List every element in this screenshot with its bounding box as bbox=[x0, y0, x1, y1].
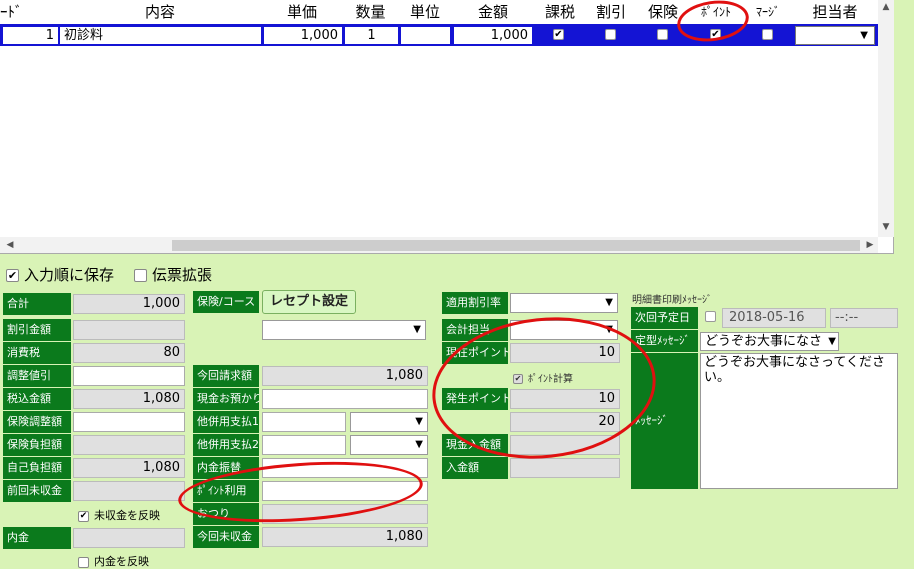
next-time-value[interactable]: --:-- bbox=[830, 308, 898, 328]
total-label: 合計 bbox=[3, 293, 71, 315]
row-unit-price[interactable]: 1,000 bbox=[263, 26, 343, 45]
row-unit[interactable] bbox=[400, 26, 451, 45]
current-bill-label: 今回請求額 bbox=[193, 365, 259, 387]
course-select[interactable]: ▼ bbox=[262, 320, 426, 340]
reflect-unpaid-option[interactable]: ✔ 未収金を反映 bbox=[78, 507, 160, 523]
deposit-label: 内金 bbox=[3, 527, 71, 549]
in-amount-value bbox=[510, 458, 620, 478]
adjust-discount-input[interactable] bbox=[73, 366, 185, 386]
reflect-unpaid-checkbox[interactable]: ✔ bbox=[78, 510, 89, 522]
template-message-value: どうぞお大事になさ bbox=[705, 334, 823, 349]
header-taxable[interactable]: 課税 bbox=[535, 0, 585, 24]
discount-amount-label: 割引金額 bbox=[3, 319, 71, 341]
other-payment-2-input[interactable] bbox=[262, 435, 346, 455]
self-burden-label: 自己負担額 bbox=[3, 457, 71, 479]
header-marge[interactable]: ﾏｰｼﾞ bbox=[743, 0, 793, 24]
other-payment-1-label: 他併用支払1 bbox=[193, 411, 259, 433]
horizontal-scroll-thumb[interactable] bbox=[172, 240, 860, 251]
current-bill-value: 1,080 bbox=[262, 366, 428, 386]
previous-unpaid-label: 前回未収金 bbox=[3, 480, 71, 502]
discount-amount-value bbox=[73, 320, 185, 340]
tax-included-label: 税込金額 bbox=[3, 388, 71, 410]
cash-received-label: 現金お預かり bbox=[193, 388, 259, 410]
row-code[interactable]: 1 bbox=[2, 26, 59, 45]
receipt-settings-button[interactable]: レセプト設定 bbox=[262, 290, 356, 314]
discount-rate-select[interactable]: ▼ bbox=[510, 293, 618, 313]
other-payment-1-input[interactable] bbox=[262, 412, 346, 432]
input-order-save-checkbox[interactable]: ✔ bbox=[6, 269, 19, 282]
grid-vertical-scrollbar[interactable] bbox=[878, 0, 894, 237]
header-content[interactable]: 内容 bbox=[60, 0, 260, 24]
scroll-left-arrow-icon[interactable]: ◀ bbox=[4, 240, 16, 250]
discount-rate-label: 適用割引率 bbox=[442, 292, 508, 314]
scroll-down-arrow-icon[interactable]: ▼ bbox=[880, 222, 892, 232]
deposit-value bbox=[73, 528, 185, 548]
header-unit[interactable]: 単位 bbox=[399, 0, 451, 24]
previous-unpaid-value bbox=[73, 481, 185, 501]
slip-expand-label: 伝票拡張 bbox=[152, 266, 213, 284]
other-payment-2-select[interactable]: ▼ bbox=[350, 435, 428, 455]
self-burden-value: 1,080 bbox=[73, 458, 185, 478]
next-date-value[interactable]: 2018-05-16 bbox=[722, 308, 826, 328]
row-staff-select[interactable]: ▼ bbox=[795, 26, 875, 45]
header-amount[interactable]: 金額 bbox=[452, 0, 534, 24]
next-date-checkbox[interactable] bbox=[705, 311, 716, 322]
row-discount-checkbox[interactable] bbox=[605, 29, 616, 40]
row-content[interactable]: 初診料 bbox=[59, 26, 262, 45]
in-amount-label: 入金額 bbox=[442, 457, 508, 479]
insurance-burden-label: 保険負担額 bbox=[3, 434, 71, 456]
tax-value: 80 bbox=[73, 343, 185, 363]
reflect-deposit-label: 内金を反映 bbox=[94, 555, 149, 568]
header-quantity[interactable]: 数量 bbox=[343, 0, 398, 24]
input-order-save-label: 入力順に保存 bbox=[24, 266, 115, 284]
header-unit-price[interactable]: 単価 bbox=[262, 0, 342, 24]
scroll-right-arrow-icon[interactable]: ▶ bbox=[864, 240, 876, 250]
row-marge-checkbox[interactable] bbox=[762, 29, 773, 40]
reflect-unpaid-label: 未収金を反映 bbox=[94, 509, 160, 522]
cash-received-input[interactable] bbox=[262, 389, 428, 409]
template-message-select[interactable]: どうぞお大事になさ ▼ bbox=[700, 332, 839, 351]
row-taxable-checkbox[interactable]: ✔ bbox=[553, 29, 564, 40]
reflect-deposit-checkbox[interactable] bbox=[78, 556, 89, 568]
scroll-up-arrow-icon[interactable]: ▲ bbox=[880, 2, 892, 12]
input-order-save-option[interactable]: ✔ 入力順に保存 bbox=[6, 266, 114, 284]
row-insurance-checkbox[interactable] bbox=[657, 29, 668, 40]
course-label: 保険/コース bbox=[193, 291, 259, 313]
insurance-adjust-input[interactable] bbox=[73, 412, 185, 432]
message-textarea[interactable]: どうぞお大事になさってください。 bbox=[700, 353, 898, 489]
row-amount[interactable]: 1,000 bbox=[453, 26, 533, 45]
insurance-burden-value bbox=[73, 435, 185, 455]
adjust-discount-label: 調整値引 bbox=[3, 365, 71, 387]
other-payment-2-label: 他併用支払2 bbox=[193, 434, 259, 456]
tax-label: 消費税 bbox=[3, 342, 71, 364]
tax-included-value: 1,080 bbox=[73, 389, 185, 409]
message-section-title: 明細書印刷ﾒｯｾｰｼﾞ bbox=[632, 295, 712, 306]
header-code[interactable]: ｰﾄﾞ bbox=[0, 0, 32, 24]
other-payment-1-select[interactable]: ▼ bbox=[350, 412, 428, 432]
slip-expand-checkbox[interactable] bbox=[134, 269, 147, 282]
header-discount[interactable]: 割引 bbox=[586, 0, 636, 24]
current-unpaid-value: 1,080 bbox=[262, 527, 428, 547]
chevron-down-icon: ▼ bbox=[828, 336, 836, 347]
slip-expand-option[interactable]: 伝票拡張 bbox=[134, 266, 212, 284]
row-quantity[interactable]: 1 bbox=[344, 26, 399, 45]
total-value: 1,000 bbox=[73, 294, 185, 314]
next-date-label: 次回予定日 bbox=[631, 307, 698, 329]
insurance-adjust-label: 保険調整額 bbox=[3, 411, 71, 433]
current-unpaid-label: 今回未収金 bbox=[193, 526, 259, 548]
header-staff[interactable]: 担当者 bbox=[795, 0, 875, 24]
